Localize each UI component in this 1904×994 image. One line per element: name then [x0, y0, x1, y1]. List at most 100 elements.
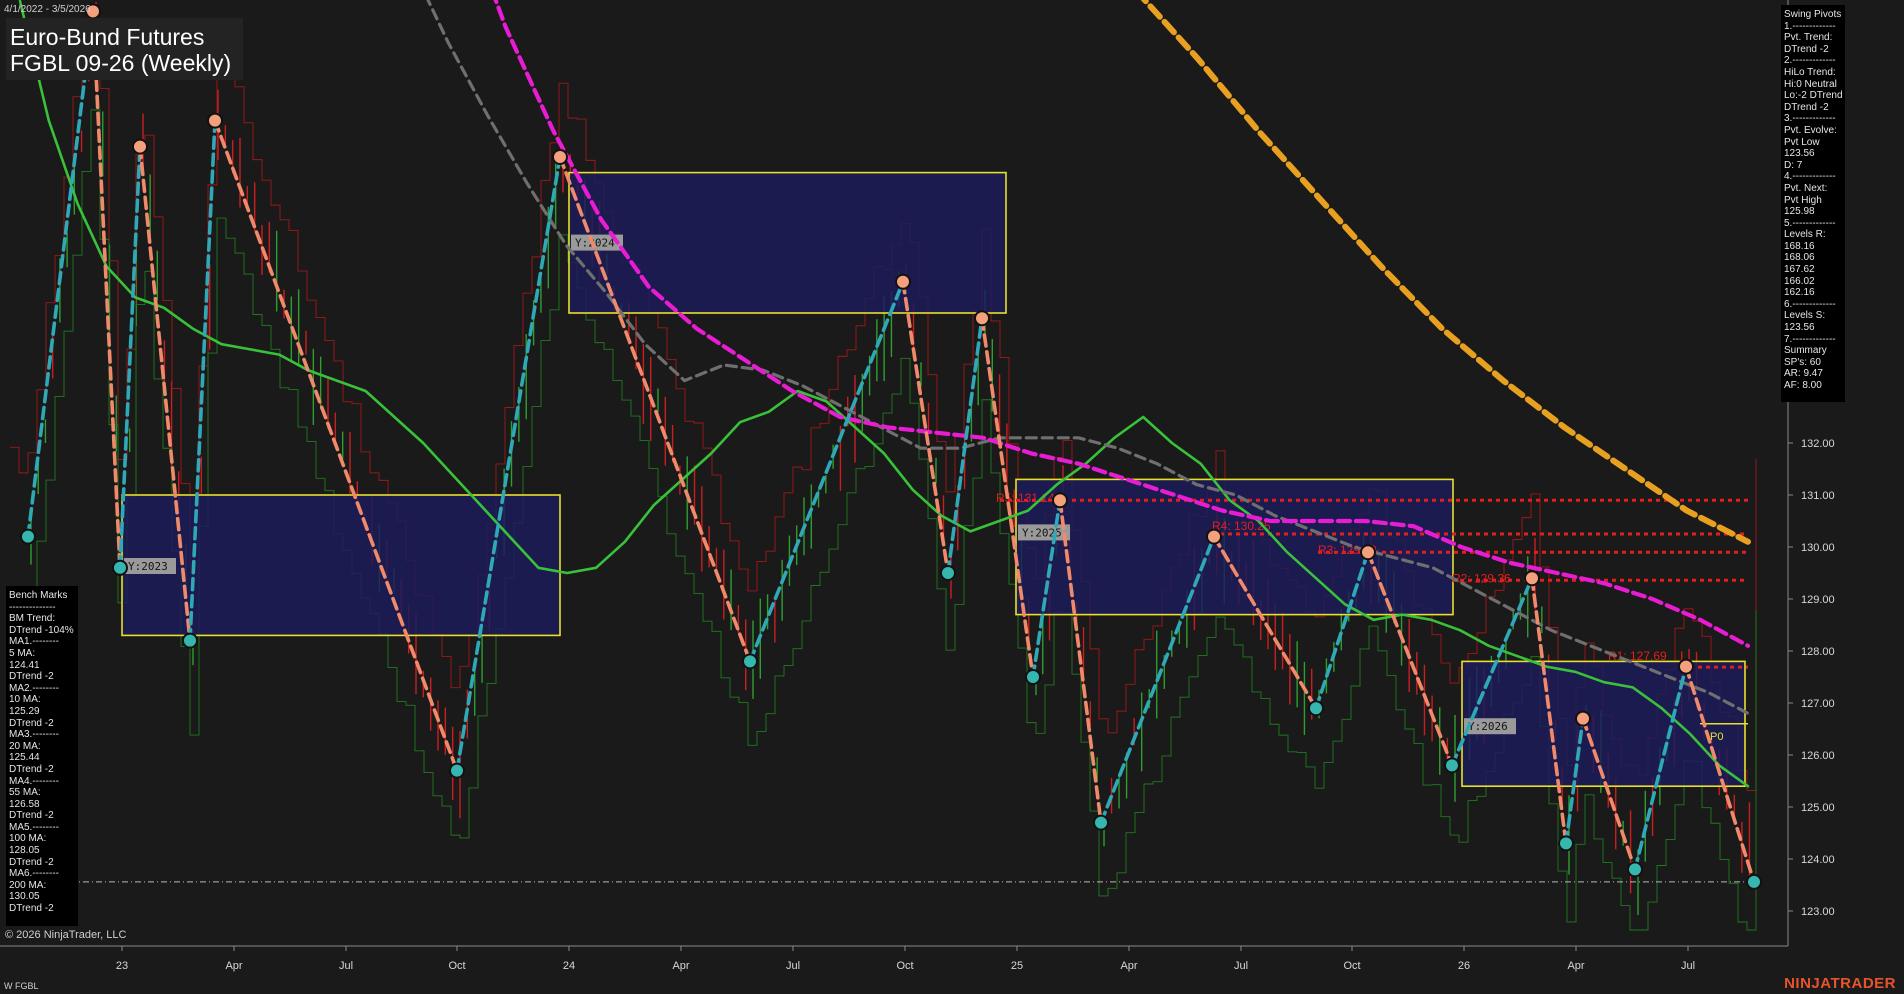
- x-tick-label: Jul: [786, 960, 800, 972]
- panel-line: DTrend -104%: [9, 624, 74, 636]
- panel-line: DTrend -2: [9, 856, 54, 868]
- panel-line: 6.-------------: [1784, 298, 1836, 310]
- y-tick-label: 131.00: [1801, 490, 1835, 502]
- y-tick-label: 123.00: [1801, 906, 1835, 918]
- panel-line: Swing Pivots: [1784, 9, 1842, 20]
- x-tick-label: 26: [1458, 960, 1470, 972]
- contract-title: FGBL 09-26 (Weekly): [10, 50, 232, 76]
- panel-line: Pvt. Trend:: [1784, 32, 1833, 44]
- y-tick-label: 128.00: [1801, 646, 1835, 658]
- y-tick-label: 126.00: [1801, 750, 1835, 762]
- panel-line: MA2.--------: [9, 682, 59, 694]
- pivot-level-label: P0: [1710, 731, 1723, 743]
- panel-line: 55 MA:: [9, 787, 41, 799]
- pivot-marker-high: [552, 149, 568, 165]
- pivot-marker-low: [1093, 814, 1109, 831]
- panel-line: DTrend -2: [9, 671, 54, 683]
- panel-line: 200 MA:: [9, 879, 47, 891]
- panel-line: 10 MA:: [9, 694, 41, 706]
- pivot-marker-high: [1524, 570, 1540, 587]
- panel-line: BM Trend:: [9, 613, 56, 625]
- panel-line: AF: 8.00: [1784, 380, 1822, 391]
- panel-line: Bench Marks: [9, 590, 68, 601]
- pivot-marker-high: [1678, 658, 1694, 675]
- panel-line: 20 MA:: [9, 740, 41, 752]
- panel-line: Levels S:: [1784, 310, 1826, 322]
- panel-line: HiLo Trend:: [1784, 66, 1836, 78]
- panel-line: 2.-------------: [1784, 55, 1836, 67]
- panel-line: 100 MA:: [9, 833, 47, 845]
- pivot-marker-high: [1360, 544, 1376, 561]
- pivot-marker-low: [20, 528, 36, 545]
- y-tick-label: 125.00: [1801, 802, 1835, 814]
- y-tick-label: 124.00: [1801, 854, 1835, 866]
- panel-line: Levels R:: [1784, 229, 1826, 241]
- panel-line: MA1.--------: [9, 636, 59, 648]
- x-tick-label: Apr: [225, 960, 242, 972]
- pivot-marker-high: [974, 310, 990, 327]
- panel-line: 123.56: [1784, 148, 1815, 160]
- panel-line: SP's: 60: [1784, 356, 1821, 368]
- pivot-marker-low: [940, 565, 956, 581]
- pivot-marker-low: [1308, 700, 1324, 717]
- panel-line: 1.-------------: [1784, 20, 1836, 32]
- yearly-box-label: Y:2026: [1468, 720, 1508, 733]
- pivot-marker-high: [132, 138, 148, 155]
- instrument-title: Euro-Bund Futures: [10, 24, 205, 50]
- y-tick-label: 130.00: [1801, 542, 1835, 554]
- pivot-marker-low: [1558, 835, 1574, 852]
- x-tick-label: 24: [563, 960, 575, 972]
- pivot-marker-high: [1575, 710, 1591, 727]
- panel-line: 7.-------------: [1784, 333, 1836, 345]
- panel-line: 166.02: [1784, 275, 1815, 287]
- panel-line: DTrend -2: [9, 717, 54, 729]
- pivot-marker-low: [742, 653, 758, 670]
- panel-line: D: 7: [1784, 159, 1803, 171]
- panel-line: 124.41: [9, 659, 40, 671]
- x-tick-label: Oct: [448, 960, 465, 972]
- panel-line: 162.16: [1784, 287, 1815, 299]
- panel-line: 123.56: [1784, 322, 1815, 334]
- panel-line: 168.16: [1784, 240, 1815, 252]
- copyright-text: © 2026 NinjaTrader, LLC: [5, 929, 127, 941]
- panel-line: 125.44: [9, 752, 40, 764]
- pivot-marker-low: [1746, 873, 1762, 890]
- pivot-marker-high: [207, 112, 223, 129]
- panel-line: Pvt. Evolve:: [1784, 124, 1837, 136]
- x-tick-label: Jul: [1681, 960, 1695, 972]
- pivot-marker-high: [1206, 528, 1222, 545]
- symbol-label: W FGBL: [4, 981, 39, 991]
- panel-line: MA6.--------: [9, 868, 59, 880]
- panel-line: DTrend -2: [1784, 101, 1829, 113]
- pivot-marker-low: [1627, 861, 1643, 878]
- price-chart[interactable]: Y:2023Y:2024Y:2025Y:2026 R5: 131.14R4: 1…: [0, 0, 1904, 994]
- y-tick-label: 129.00: [1801, 594, 1835, 606]
- pivot-marker-high: [1052, 492, 1068, 509]
- pivot-marker-low: [112, 559, 128, 576]
- panel-line: Summary: [1784, 345, 1827, 357]
- x-tick-label: Apr: [1567, 960, 1584, 972]
- panel-line: 126.58: [9, 798, 40, 810]
- panel-line: 5 MA:: [9, 647, 36, 659]
- panel-line: 125.29: [9, 705, 40, 717]
- panel-line: Pvt High: [1784, 194, 1822, 206]
- x-tick-label: Jul: [1234, 960, 1248, 972]
- panel-line: Hi:0 Neutral: [1784, 78, 1837, 90]
- panel-line: MA4.--------: [9, 775, 59, 787]
- panel-line: 125.98: [1784, 206, 1815, 218]
- pivot-marker-low: [182, 632, 198, 649]
- swing-pivots-panel: Swing Pivots 1.------------- Pvt. Trend: DT…: [1781, 5, 1845, 402]
- panel-line: Lo:-2 DTrend: [1784, 90, 1843, 102]
- panel-line: Pvt. Next:: [1784, 182, 1828, 194]
- pivot-marker-low: [1025, 669, 1041, 685]
- panel-line: 128.05: [9, 845, 40, 857]
- yearly-box-label: Y:2023: [128, 560, 168, 573]
- pivot-marker-high: [895, 273, 911, 290]
- panel-line: --------------: [9, 601, 56, 613]
- panel-line: 168.06: [1784, 252, 1815, 264]
- panel-line: DTrend -2: [1784, 43, 1829, 55]
- x-tick-label: 25: [1011, 960, 1023, 972]
- x-tick-label: Apr: [672, 960, 689, 972]
- panel-line: Pvt Low: [1784, 136, 1820, 148]
- x-tick-label: Oct: [1343, 960, 1360, 972]
